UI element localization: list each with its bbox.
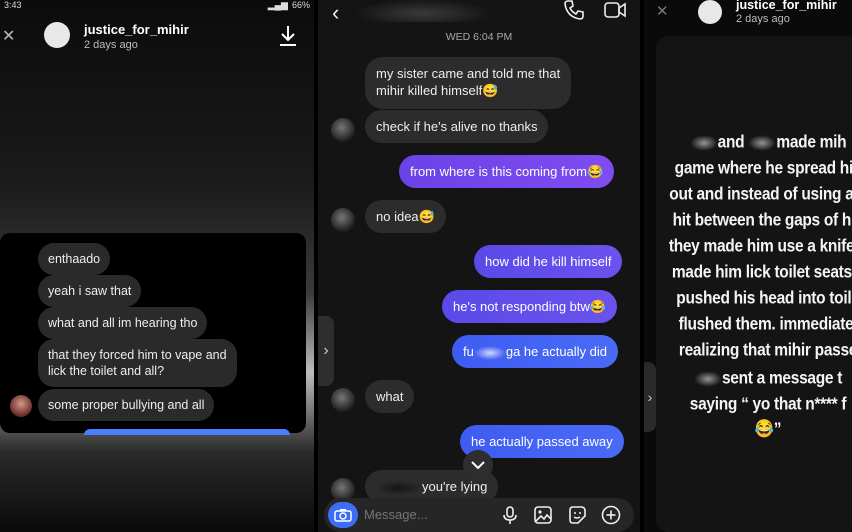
- avatar: [331, 118, 355, 142]
- close-icon[interactable]: ✕: [2, 26, 15, 46]
- story-text-line: made him lick toilet seats a: [671, 262, 852, 283]
- close-icon[interactable]: ✕: [656, 2, 669, 20]
- camera-button[interactable]: [328, 502, 358, 528]
- story-text-line: flushed them. immediatel: [678, 314, 852, 335]
- message-bubble: check if he's alive no thanks: [365, 110, 549, 143]
- post-date: 2 days ago: [84, 39, 138, 51]
- message-bubble-sent: he's not responding btw😂: [442, 290, 618, 323]
- story-text-line: sent a message t: [668, 369, 852, 390]
- post-date: 2 days ago: [736, 13, 790, 25]
- story-text-line: saying “ yo that n**** f: [689, 394, 847, 415]
- camera-icon: [334, 509, 352, 522]
- story-text-line: they made him use a knife. t: [668, 236, 852, 257]
- signal-icon: ▂▄▆: [267, 0, 288, 10]
- left-story-panel: 3:43 ▂▄▆ 66% ✕ justice_for_mihir 2 days …: [0, 0, 314, 532]
- chevron-right-icon[interactable]: ›: [318, 316, 334, 386]
- gallery-icon[interactable]: [533, 505, 553, 525]
- redaction-blur: [473, 345, 506, 360]
- status-bar: 3:43 ▂▄▆ 66%: [0, 0, 314, 10]
- chat-timestamp: WED 6:04 PM: [445, 31, 513, 43]
- story-text-card: [656, 36, 852, 532]
- status-battery: 66%: [291, 0, 310, 10]
- redaction-blur: [748, 134, 777, 151]
- story-text-line: hit between the gaps of his: [672, 210, 852, 231]
- phone-icon[interactable]: [564, 0, 584, 20]
- message-bubble-sent: how did he kill himself: [474, 245, 623, 278]
- avatar: [10, 395, 32, 417]
- redacted-contact-name: [358, 0, 488, 22]
- story-text-line: and made mih: [668, 133, 852, 154]
- message-bubble: yeah i saw that: [38, 275, 142, 307]
- story-text-line: 😂”: [754, 419, 782, 440]
- message-input[interactable]: [364, 507, 484, 522]
- chevron-right-icon[interactable]: ›: [644, 362, 656, 432]
- redaction-blur: [693, 370, 722, 387]
- status-time: 3:43: [4, 0, 22, 10]
- microphone-icon[interactable]: [500, 505, 520, 525]
- username[interactable]: justice_for_mihir: [736, 0, 837, 12]
- chat-header: ‹: [318, 0, 640, 26]
- story-text-line: realizing that mihir passe: [678, 340, 852, 361]
- message-bubble: my sister came and told me that mihir ki…: [365, 57, 572, 109]
- avatar: [331, 388, 355, 412]
- message-bubble: enthaado: [38, 243, 111, 275]
- message-bubble-sent: from where is this coming from😂: [399, 155, 615, 188]
- redaction-blur: [689, 134, 718, 151]
- back-icon[interactable]: ‹: [332, 0, 339, 26]
- right-story-panel: ✕ justice_for_mihir 2 days ago › and mad…: [644, 0, 852, 532]
- video-call-icon[interactable]: [604, 0, 626, 20]
- dm-chat-panel: ‹ WED 6:04 PM my sister came and told me…: [318, 0, 640, 532]
- message-bubble: what: [365, 380, 415, 413]
- message-bubble: no idea😅: [365, 200, 446, 233]
- message-bubble-partial: [84, 429, 290, 435]
- story-text-line: pushed his head into toile: [676, 288, 852, 309]
- add-icon[interactable]: [601, 505, 621, 525]
- scroll-down-button[interactable]: [463, 450, 493, 480]
- username[interactable]: justice_for_mihir: [84, 22, 189, 37]
- avatar[interactable]: [44, 22, 70, 48]
- chevron-down-icon: [471, 461, 485, 470]
- message-bubble: some proper bullying and all: [38, 389, 215, 421]
- message-bubble-sent: fu ga he actually did: [452, 335, 619, 368]
- message-bubble: that they forced him to vape and lick th…: [38, 339, 237, 387]
- story-text-line: out and instead of using a p: [669, 184, 852, 205]
- redaction-blur: [376, 480, 422, 495]
- avatar: [331, 208, 355, 232]
- sticker-icon[interactable]: [567, 505, 587, 525]
- download-icon[interactable]: [278, 24, 298, 48]
- avatar[interactable]: [698, 0, 722, 24]
- message-bubble: what and all im hearing tho: [38, 307, 208, 339]
- story-text-line: game where he spread his: [674, 158, 852, 179]
- message-composer: [324, 498, 634, 532]
